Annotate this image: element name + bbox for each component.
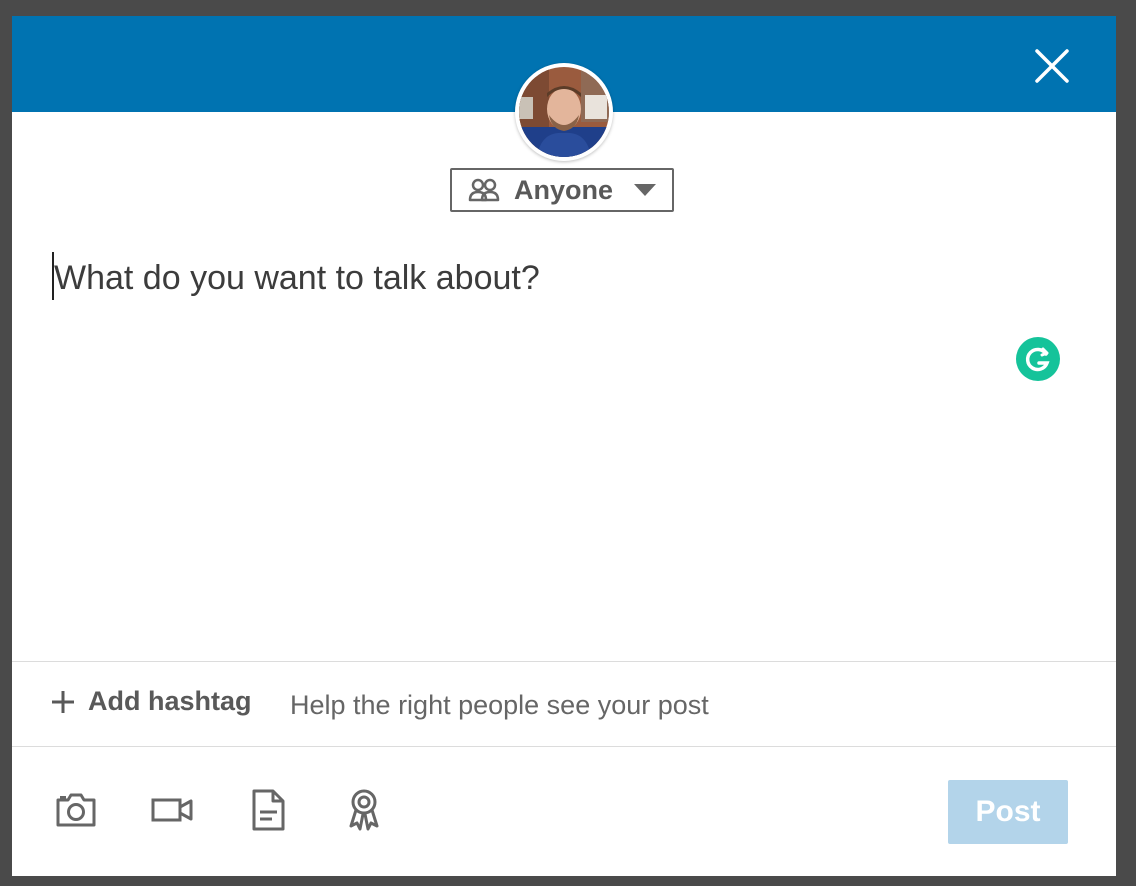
grammarly-button[interactable]: [1016, 337, 1060, 381]
add-document-button[interactable]: [246, 788, 290, 832]
add-video-button[interactable]: [150, 788, 194, 832]
people-icon: [468, 178, 500, 202]
share-modal: Anyone What do you want to talk about? A…: [12, 16, 1116, 876]
visibility-dropdown[interactable]: Anyone: [450, 168, 674, 212]
divider: [12, 746, 1116, 747]
post-text-input[interactable]: What do you want to talk about?: [52, 252, 1012, 300]
camera-icon: [56, 793, 96, 827]
hashtag-hint: Help the right people see your post: [290, 690, 709, 720]
close-button[interactable]: [1030, 44, 1074, 88]
video-icon: [151, 798, 193, 822]
close-icon: [1035, 49, 1069, 83]
hashtag-row: Add hashtag Help the right people see yo…: [12, 662, 1116, 746]
post-button[interactable]: Post: [948, 780, 1068, 844]
caret-down-icon: [633, 183, 657, 197]
add-hashtag-button[interactable]: Add hashtag: [50, 686, 252, 717]
add-hashtag-label: Add hashtag: [88, 686, 252, 716]
award-icon: [349, 789, 379, 831]
add-photo-button[interactable]: [54, 788, 98, 832]
plus-icon: [50, 689, 76, 715]
document-icon: [252, 789, 285, 831]
visibility-label: Anyone: [514, 174, 614, 205]
celebrate-button[interactable]: [342, 788, 386, 832]
grammarly-icon: [1016, 337, 1060, 381]
avatar: [515, 63, 613, 161]
